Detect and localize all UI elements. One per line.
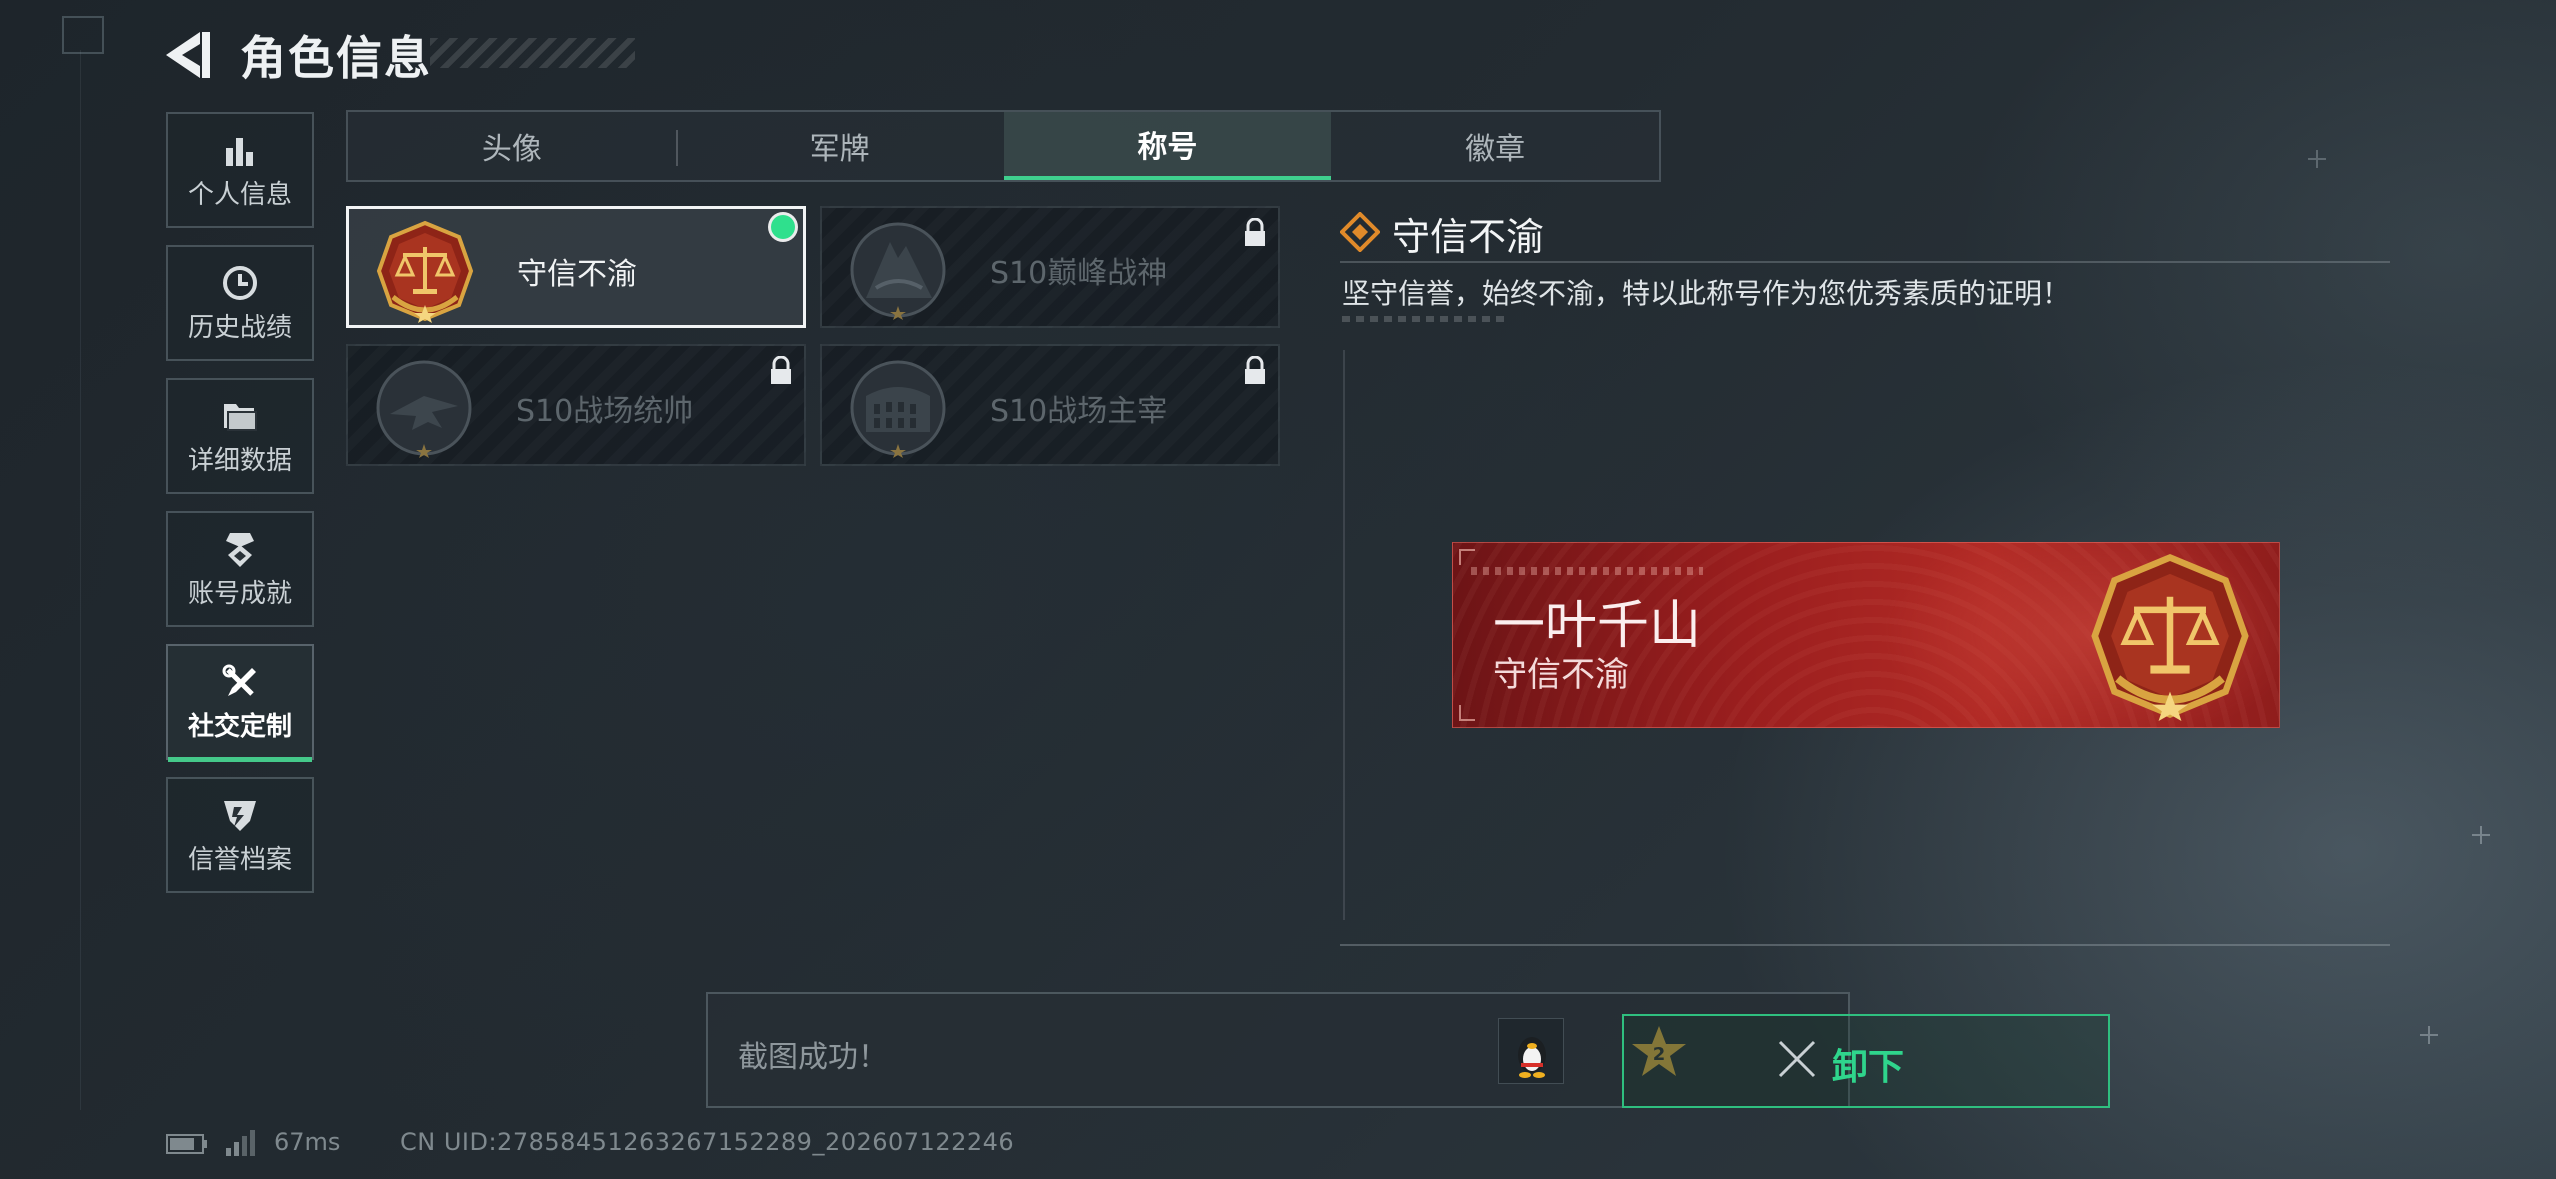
folder-icon <box>168 380 312 436</box>
sidebar-item-label: 信誉档案 <box>187 845 292 875</box>
frame-line <box>1340 944 2390 946</box>
sidebar-item-label: 社交定制 <box>187 712 292 742</box>
nameplate-tick-decoration <box>1471 567 1703 575</box>
peak-emblem-icon <box>846 218 950 322</box>
detail-description: 坚守信誉，始终不渝，特以此称号作为您优秀素质的证明！ <box>1342 277 2071 310</box>
tab-badge[interactable]: 徽章 <box>1331 112 1659 180</box>
jet-emblem-icon <box>372 356 476 460</box>
scales-emblem-icon <box>2085 551 2255 721</box>
title-decoration <box>430 38 635 68</box>
sidebar-item-label: 个人信息 <box>187 180 292 210</box>
sidebar-item-social-custom[interactable]: 社交定制 <box>166 644 314 762</box>
detail-subtext-decoration <box>1342 316 1508 322</box>
lock-icon <box>768 355 794 386</box>
diamond-icon <box>1339 211 1381 253</box>
tab-title[interactable]: 称号 <box>1003 112 1332 180</box>
frame-line <box>1343 350 1345 920</box>
divider <box>1340 261 2390 263</box>
sidebar-item-detailed-data[interactable]: 详细数据 <box>166 378 314 494</box>
equipped-indicator <box>771 215 795 239</box>
title-card-selected[interactable]: 守信不渝 <box>346 206 806 328</box>
tab-dog-tag[interactable]: 军牌 <box>675 112 1004 180</box>
sidebar-item-label: 详细数据 <box>187 446 292 476</box>
ping-readout: 67ms <box>274 1128 341 1156</box>
nameplate-preview: 一叶千山 守信不渝 <box>1452 542 2280 728</box>
sidebar-item-label: 历史战绩 <box>187 313 292 343</box>
colosseum-emblem-icon <box>846 356 950 460</box>
tab-avatar[interactable]: 头像 <box>348 112 676 180</box>
qq-penguin-icon[interactable] <box>1498 1018 1564 1084</box>
crosshair-decoration <box>2472 826 2490 844</box>
lock-icon <box>1242 217 1268 248</box>
user-uid: CN UID:2785845126326715​2289_20260712224… <box>400 1128 1015 1156</box>
scales-emblem-icon <box>373 219 477 323</box>
sidebar-item-personal-info[interactable]: 个人信息 <box>166 112 314 228</box>
medal-icon <box>168 513 312 569</box>
toast-message: 截图成功！ <box>738 1040 888 1075</box>
crosshair-decoration <box>2420 1026 2438 1044</box>
shield-badge-icon <box>168 779 312 835</box>
bar-chart-icon <box>168 114 312 170</box>
title-card[interactable]: S10战场统帅 <box>346 344 806 466</box>
unequip-label: 卸下 <box>1832 1047 1905 1088</box>
active-indicator <box>168 757 312 762</box>
signal-icon <box>224 1128 258 1156</box>
back-arrow-icon[interactable] <box>160 28 216 82</box>
sidebar-item-match-history[interactable]: 历史战绩 <box>166 245 314 361</box>
nameplate-title: 守信不渝 <box>1493 655 1629 695</box>
title-name: S10战场统帅 <box>516 394 694 429</box>
corner-decoration <box>62 16 104 54</box>
battery-icon <box>166 1134 208 1154</box>
clock-icon <box>168 247 312 303</box>
tab-bar: 头像 军牌 称号 徽章 <box>346 110 1661 182</box>
frame-line <box>80 50 81 1110</box>
title-card[interactable]: S10战场主宰 <box>820 344 1280 466</box>
sidebar-item-reputation[interactable]: 信誉档案 <box>166 777 314 893</box>
title-name: S10巅峰战神 <box>990 256 1168 291</box>
crosshair-decoration <box>2308 150 2326 168</box>
detail-title: 守信不渝 <box>1392 215 1545 259</box>
sidebar-item-label: 账号成就 <box>187 579 292 609</box>
sidebar-item-achievements[interactable]: 账号成就 <box>166 511 314 627</box>
title-name: S10战场主宰 <box>990 394 1168 429</box>
lock-icon <box>1242 355 1268 386</box>
title-name: 守信不渝 <box>517 257 637 292</box>
corner-bracket <box>1459 705 1475 721</box>
unequip-button[interactable]: 卸下 <box>1622 1014 2110 1108</box>
tools-icon <box>168 646 312 702</box>
corner-bracket <box>1459 549 1475 565</box>
page-title: 角色信息 <box>240 31 432 85</box>
close-icon <box>1774 1036 1820 1082</box>
title-card[interactable]: S10巅峰战神 <box>820 206 1280 328</box>
